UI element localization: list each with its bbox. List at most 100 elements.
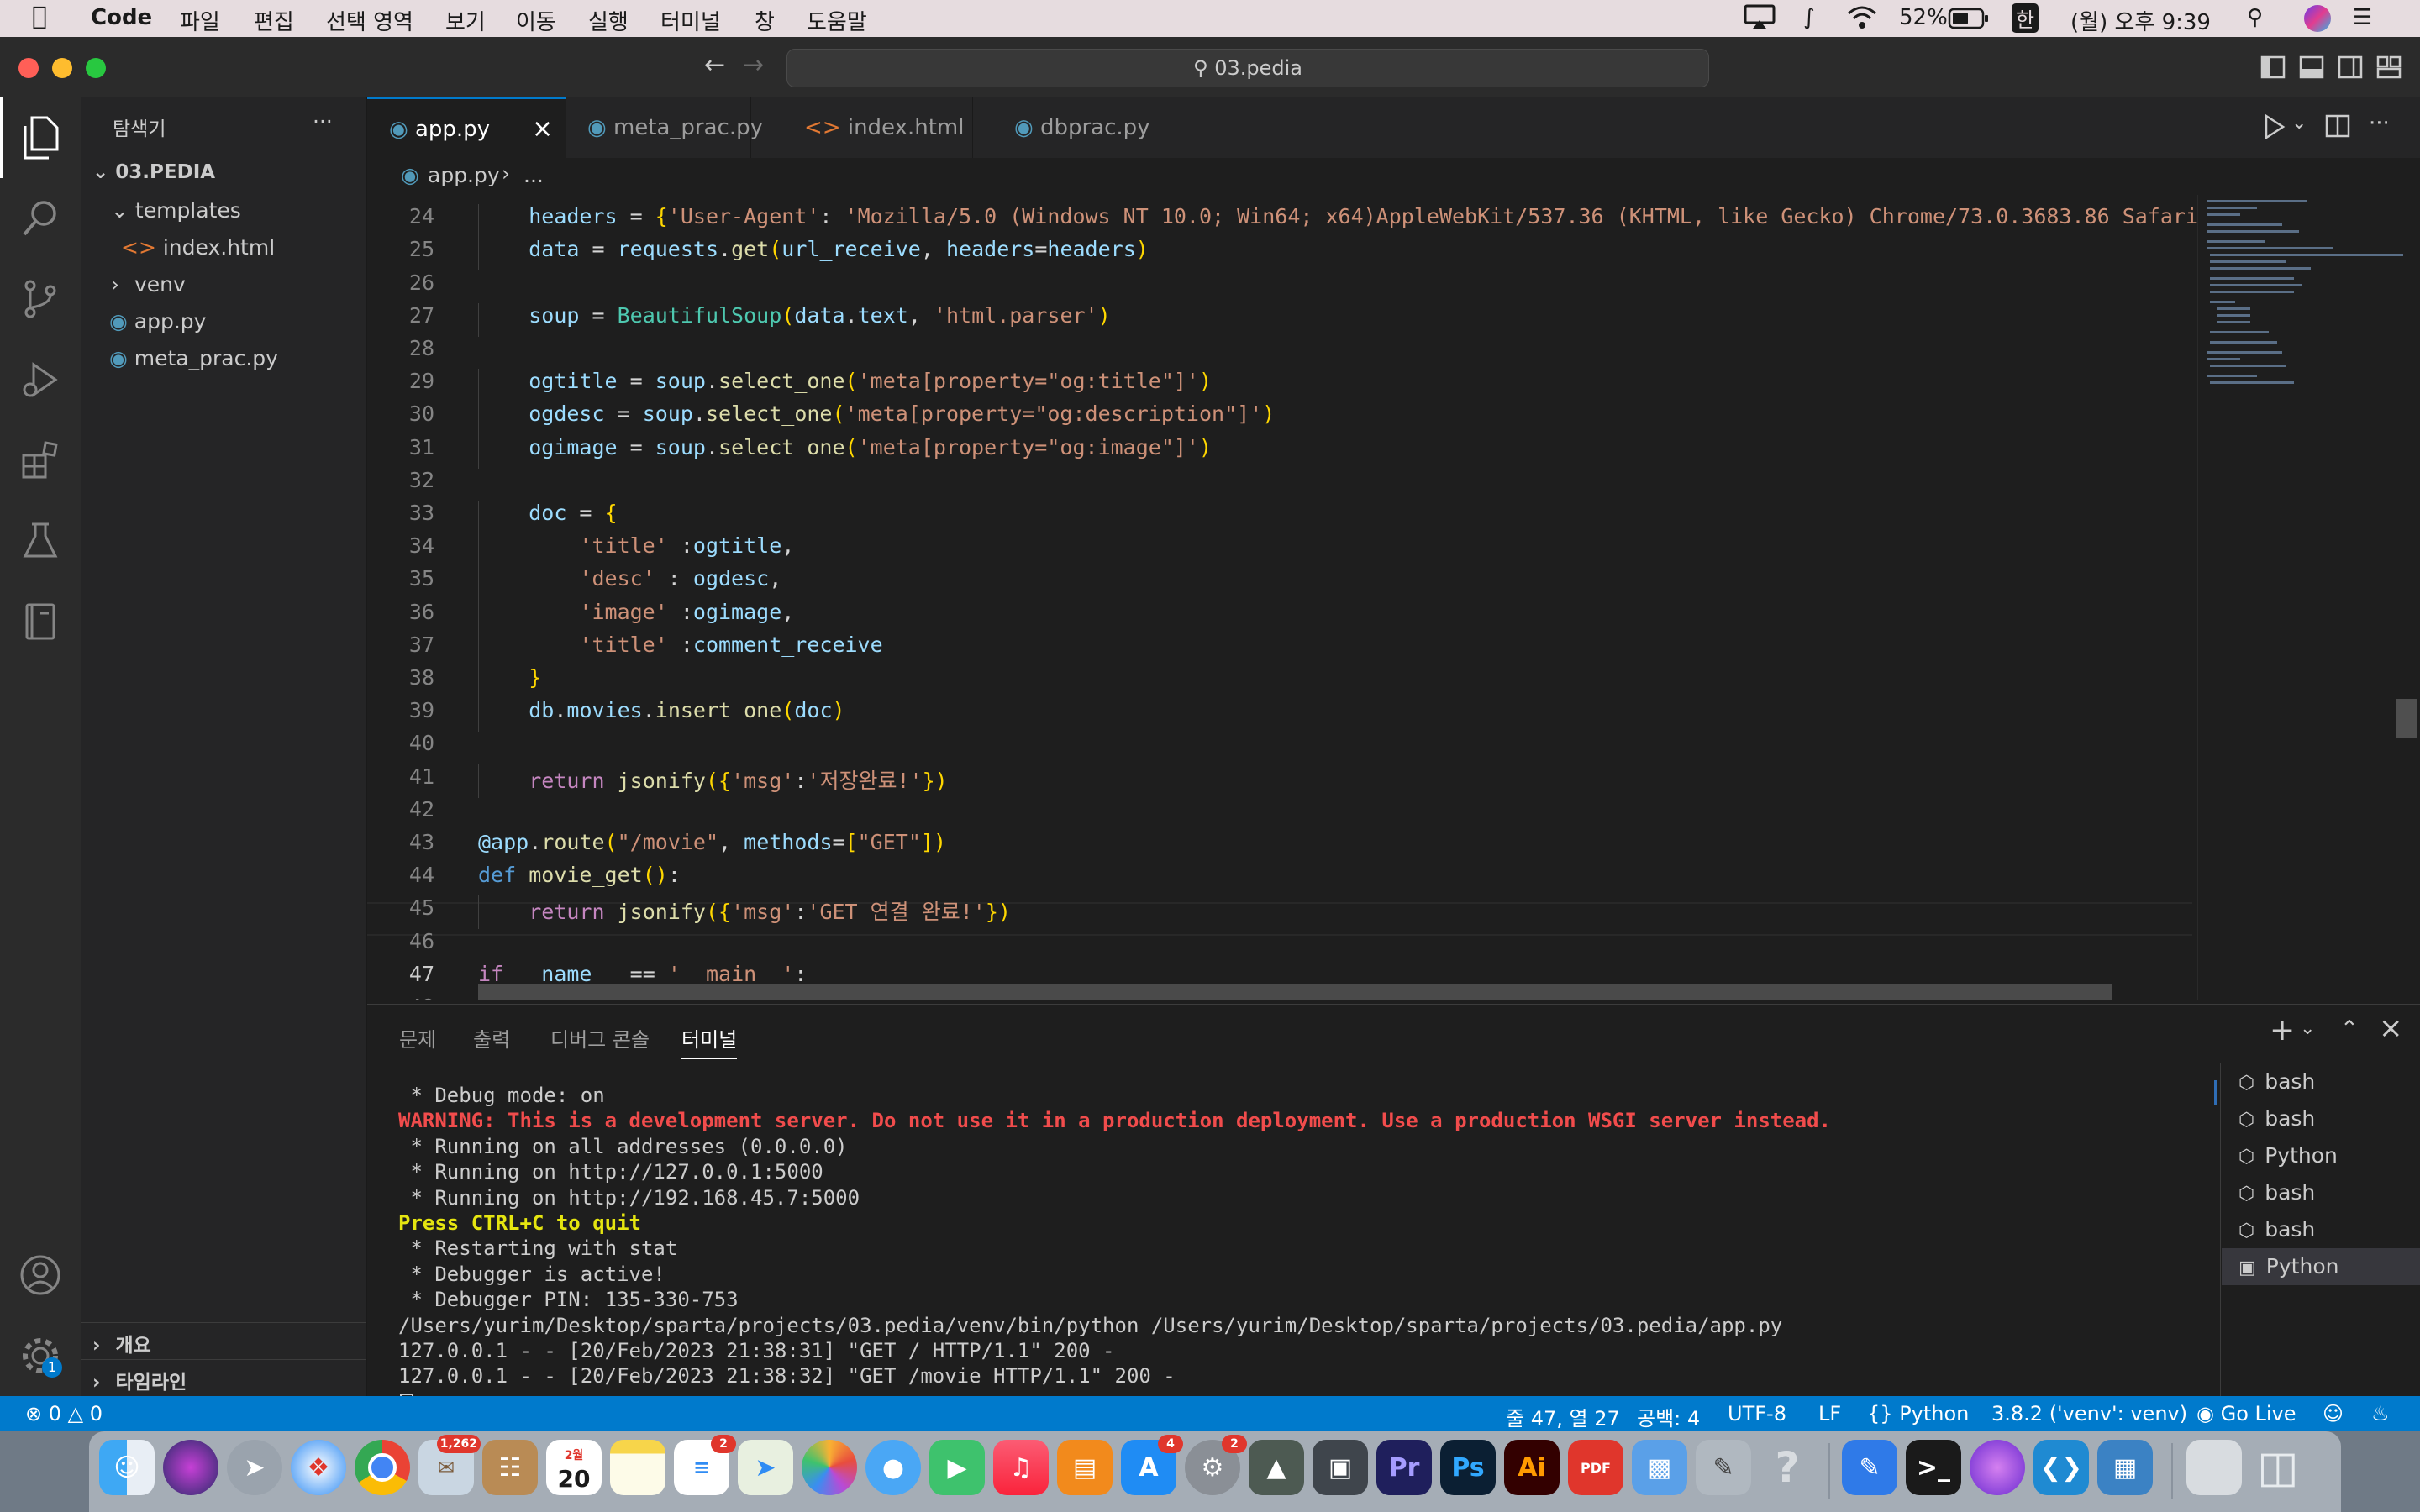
menu-view[interactable]: 보기: [445, 5, 486, 36]
tab-debug-console[interactable]: 디버그 콘솔: [550, 1023, 650, 1053]
menu-edit[interactable]: 편집: [254, 5, 294, 36]
spotlight-icon[interactable]: ⚲: [2247, 5, 2263, 30]
run-and-debug-icon[interactable]: [17, 356, 64, 403]
toggle-panel-icon[interactable]: [2299, 55, 2324, 82]
toggle-secondary-sidebar-icon[interactable]: [2338, 55, 2363, 82]
safari-icon[interactable]: ❖: [291, 1440, 346, 1495]
notes-icon[interactable]: [610, 1440, 666, 1495]
utility-icon[interactable]: ✎: [1696, 1440, 1751, 1495]
python-interpreter[interactable]: 3.8.2 ('venv': venv): [1991, 1402, 2187, 1425]
extensions-icon[interactable]: [17, 437, 64, 484]
tree-item-venv[interactable]: › venv: [111, 272, 186, 297]
siri-app-icon[interactable]: [163, 1440, 218, 1495]
books-icon[interactable]: ▤: [1057, 1440, 1113, 1495]
pages-icon[interactable]: ✎: [1842, 1440, 1897, 1495]
menu-file[interactable]: 파일: [180, 5, 220, 36]
settings-gear-icon[interactable]: 1: [17, 1332, 64, 1379]
terminal-list-item[interactable]: ⬡ bash: [2222, 1063, 2420, 1100]
forward-arrow-icon[interactable]: →: [743, 50, 764, 80]
facetime-icon[interactable]: ▶: [929, 1440, 985, 1495]
messages-icon[interactable]: ●: [865, 1440, 921, 1495]
downloads-stack-icon[interactable]: [2186, 1440, 2242, 1495]
encoding[interactable]: UTF-8: [1728, 1402, 1786, 1425]
terminal-list-item[interactable]: ▣ Python: [2222, 1248, 2420, 1285]
terminal-list-item[interactable]: ⬡ bash: [2222, 1174, 2420, 1211]
maps-icon[interactable]: ➤: [738, 1440, 793, 1495]
close-panel-icon[interactable]: ×: [2379, 1011, 2403, 1045]
terminal-dropdown-icon[interactable]: ⌄: [2300, 1018, 2315, 1039]
close-window-button[interactable]: [18, 58, 39, 78]
tree-item-templates[interactable]: ⌄ templates: [111, 198, 241, 223]
more-actions-icon[interactable]: ···: [313, 109, 333, 134]
tab-meta-prac-py[interactable]: ◉ meta_prac.py: [566, 97, 763, 158]
premiere-icon[interactable]: Pr: [1376, 1440, 1432, 1495]
reminders-icon[interactable]: ≡ 2: [674, 1435, 736, 1495]
folder-root[interactable]: ⌄ 03.PEDIA: [92, 161, 215, 183]
testing-icon[interactable]: [17, 517, 64, 564]
bluetooth-icon[interactable]: ∫: [1803, 5, 1815, 30]
editor-scrollbar-thumb[interactable]: [2396, 699, 2417, 738]
battery-icon[interactable]: [1948, 7, 1990, 36]
wifi-icon[interactable]: [1845, 3, 1879, 36]
photoshop-icon[interactable]: Ps: [1440, 1440, 1496, 1495]
contacts-icon[interactable]: ☷: [482, 1440, 538, 1495]
image-capture-icon[interactable]: ▲: [1249, 1440, 1304, 1495]
timeline-section[interactable]: › 타임라인: [92, 1366, 187, 1394]
indentation[interactable]: 공백: 4: [1637, 1402, 1700, 1431]
notebook-icon[interactable]: [17, 598, 64, 645]
new-terminal-icon[interactable]: +: [2270, 1013, 2295, 1047]
illustrator-icon[interactable]: Ai: [1504, 1440, 1560, 1495]
command-center[interactable]: ⚲ 03.pedia: [786, 49, 1709, 87]
calendar-icon[interactable]: 2월 20: [546, 1440, 602, 1495]
cursor-position[interactable]: 줄 47, 열 27: [1506, 1402, 1620, 1431]
menu-terminal[interactable]: 터미널: [660, 5, 721, 36]
photos-icon[interactable]: [802, 1440, 857, 1495]
close-tab-icon[interactable]: ×: [532, 99, 553, 160]
menu-clock[interactable]: (월) 오후 9:39: [2070, 5, 2211, 36]
apple-icon[interactable]: : [32, 2, 47, 31]
feedback-icon[interactable]: ☺: [2323, 1402, 2344, 1425]
preview-icon[interactable]: ▦: [2097, 1440, 2153, 1495]
menu-selection[interactable]: 선택 영역: [326, 5, 413, 36]
source-control-icon[interactable]: [17, 276, 64, 323]
control-center-icon[interactable]: ☰: [2353, 5, 2372, 30]
menu-run[interactable]: 실행: [588, 5, 629, 36]
photos-stamp-icon[interactable]: ✉ 1,262: [418, 1435, 481, 1495]
menu-window[interactable]: 창: [755, 5, 775, 36]
screenshot-icon[interactable]: ▣: [1313, 1440, 1368, 1495]
terminal-app-icon[interactable]: >_: [1906, 1440, 1961, 1495]
toggle-sidebar-icon[interactable]: [2260, 55, 2286, 82]
editor-more-icon[interactable]: ···: [2369, 111, 2390, 136]
airplay-icon[interactable]: [1743, 3, 1776, 36]
run-file-icon[interactable]: [2263, 113, 2286, 144]
minimize-window-button[interactable]: [52, 58, 72, 78]
maximize-panel-icon[interactable]: ⌃: [2340, 1016, 2359, 1042]
system-settings-icon[interactable]: ⚙ 2: [1185, 1435, 1247, 1495]
activity-monitor-icon[interactable]: ▩: [1632, 1440, 1687, 1495]
siri-icon[interactable]: [2304, 5, 2331, 32]
terminal-list-item[interactable]: ⬡ bash: [2222, 1100, 2420, 1137]
problems-status[interactable]: ⊗ 0 △ 0: [25, 1402, 103, 1425]
breadcrumb-file[interactable]: app.py: [428, 163, 500, 187]
tab-output[interactable]: 출력: [473, 1023, 510, 1053]
music-icon[interactable]: ♫: [993, 1440, 1049, 1495]
minimap[interactable]: [2197, 195, 2417, 1000]
zoom-window-button[interactable]: [86, 58, 106, 78]
help-icon[interactable]: ?: [1760, 1440, 1815, 1495]
accounts-icon[interactable]: [17, 1252, 64, 1299]
app-menu[interactable]: Code: [91, 5, 152, 30]
terminal-list-item[interactable]: ⬡ bash: [2222, 1211, 2420, 1248]
tab-app-py[interactable]: ◉ app.py ×: [367, 97, 566, 160]
chrome-icon[interactable]: [355, 1440, 410, 1495]
vscode-icon[interactable]: ❮❯: [2033, 1440, 2089, 1495]
customize-layout-icon[interactable]: [2376, 55, 2402, 82]
language-mode[interactable]: {} Python: [1867, 1402, 1969, 1425]
terminal-list-item[interactable]: ⬡ Python: [2222, 1137, 2420, 1174]
tab-dbprac-py[interactable]: ◉ dbprac.py: [1014, 97, 1157, 158]
pdf-app-icon[interactable]: PDF: [1568, 1440, 1623, 1495]
go-live-button[interactable]: ◉ Go Live: [2196, 1402, 2296, 1425]
tree-item-index-html[interactable]: <> index.html: [121, 235, 275, 260]
menu-go[interactable]: 이동: [516, 5, 556, 36]
tree-item-meta-prac-py[interactable]: ◉ meta_prac.py: [109, 346, 278, 370]
outline-section[interactable]: › 개요: [92, 1329, 151, 1357]
